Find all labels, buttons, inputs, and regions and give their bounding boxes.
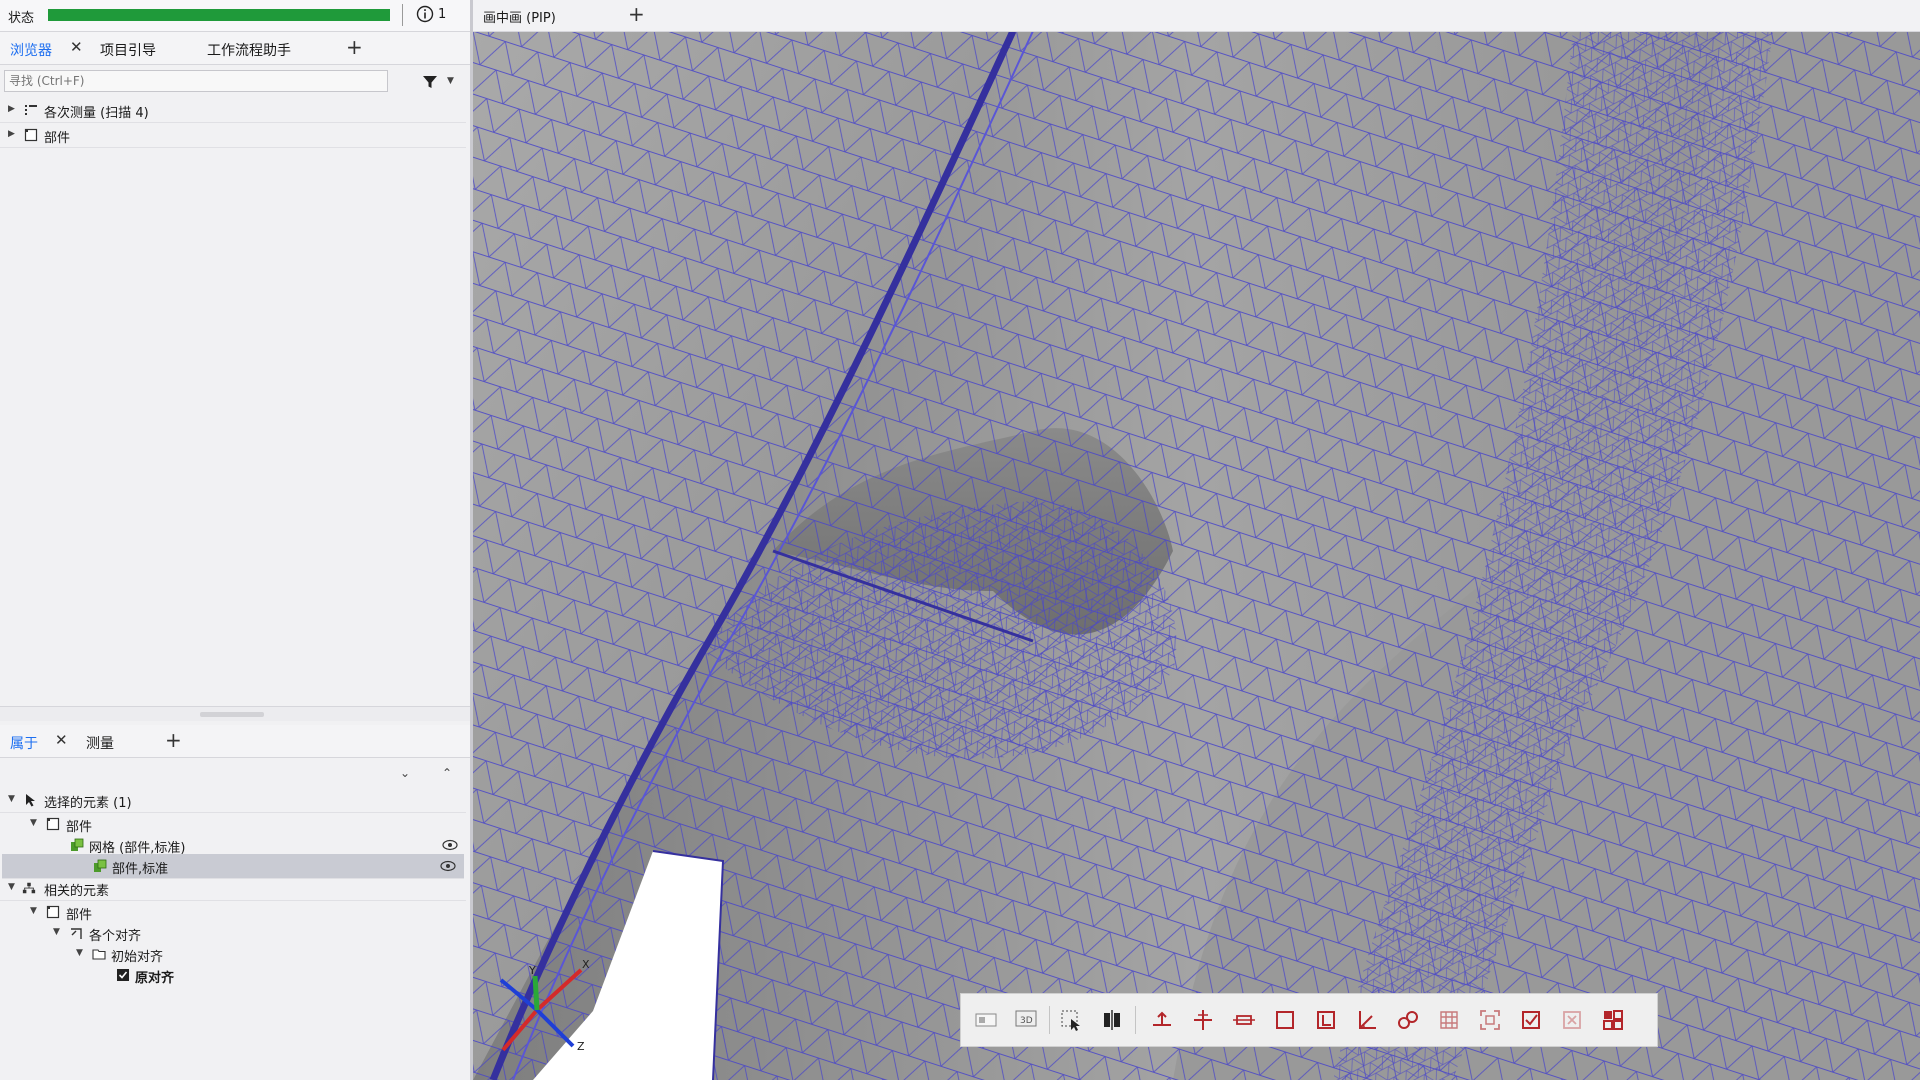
collapse-icon[interactable]: ▼ xyxy=(8,794,15,804)
alignment-checked-icon xyxy=(117,969,129,981)
tab-measurement[interactable]: 测量 xyxy=(86,733,114,753)
status-progress-bar xyxy=(48,9,390,21)
rectangle-icon[interactable] xyxy=(1272,1007,1298,1033)
tree-item-measurements[interactable]: ▶ 各次测量 (扫描 4) xyxy=(0,98,466,123)
link-icon[interactable] xyxy=(1395,1007,1421,1033)
tab-project-guide[interactable]: 项目引导 xyxy=(100,40,156,60)
3d-viewport[interactable]: 画中画 (PIP) + X Y Z 3D xyxy=(473,0,1920,1080)
hierarchy-icon xyxy=(22,882,36,894)
info-count: 1 xyxy=(438,7,447,22)
tree-item-label: 原对齐 xyxy=(135,971,175,986)
fit-icon[interactable] xyxy=(1477,1007,1503,1033)
part-icon xyxy=(46,817,60,831)
collapse-all-icon[interactable]: ⌄ xyxy=(400,766,410,780)
folder-icon xyxy=(92,949,106,960)
section-icon[interactable] xyxy=(1149,1007,1175,1033)
collapse-icon[interactable]: ▼ xyxy=(8,882,15,892)
collapse-icon[interactable]: ▼ xyxy=(30,818,37,828)
collapse-icon[interactable]: ▼ xyxy=(53,927,60,937)
tree-item-selected-elements[interactable]: ▼ 选择的元素 (1) xyxy=(0,788,466,813)
part-icon xyxy=(24,128,38,142)
x-axis-label: X xyxy=(582,958,590,971)
axis-triad: X Y Z xyxy=(499,958,590,1053)
view-3d-icon[interactable]: 3D xyxy=(1013,1007,1039,1033)
toolbar-divider xyxy=(1049,1006,1050,1034)
frame-icon[interactable] xyxy=(1313,1007,1339,1033)
svg-text:3D: 3D xyxy=(1020,1016,1033,1026)
toolbar-divider xyxy=(1135,1006,1136,1034)
visibility-eye-icon[interactable] xyxy=(440,859,456,873)
cursor-icon xyxy=(26,794,35,807)
expand-all-icon[interactable]: ⌃ xyxy=(442,766,452,780)
crosshair-icon[interactable] xyxy=(1190,1007,1216,1033)
mesh-icon xyxy=(94,859,107,872)
info-icon[interactable] xyxy=(416,5,434,23)
splitter-grip[interactable] xyxy=(200,712,264,717)
y-axis-label: Y xyxy=(528,964,536,977)
mesh-icon xyxy=(71,838,84,851)
tree-item-related-elements[interactable]: ▼ 相关的元素 xyxy=(0,876,466,901)
expand-icon[interactable]: ▶ xyxy=(8,104,15,114)
tab-pip[interactable]: 画中画 (PIP) xyxy=(483,7,556,26)
tab-browser[interactable]: 浏览器 xyxy=(10,40,52,60)
expand-icon[interactable]: ▶ xyxy=(8,129,15,139)
browser-tab-bar: 浏览器 ✕ 项目引导 工作流程助手 + xyxy=(0,32,470,65)
align-icon[interactable] xyxy=(1099,1007,1125,1033)
filter-icon[interactable] xyxy=(422,74,438,90)
tab-workflow-assistant[interactable]: 工作流程助手 xyxy=(207,40,291,60)
add-tab-button[interactable]: + xyxy=(346,35,363,59)
view-2d-icon[interactable] xyxy=(973,1007,999,1033)
close-tab-browser-icon[interactable]: ✕ xyxy=(70,38,83,56)
status-label: 状态 xyxy=(8,11,35,26)
view-toolbar: 3D xyxy=(960,993,1658,1047)
panel-splitter[interactable] xyxy=(0,706,470,721)
measurements-icon xyxy=(25,105,37,115)
left-panel: 状态 1 浏览器 ✕ 项目引导 工作流程助手 + ▼ ▶ 各次测量 (扫描 4)… xyxy=(0,0,473,1080)
add-tab-button[interactable]: + xyxy=(165,728,182,752)
layout-icon[interactable] xyxy=(1600,1007,1626,1033)
grid-icon[interactable] xyxy=(1436,1007,1462,1033)
search-input[interactable] xyxy=(4,70,388,92)
check-icon[interactable] xyxy=(1518,1007,1544,1033)
properties-tab-bar: 属于 ✕ 测量 + xyxy=(0,725,470,758)
part-icon xyxy=(46,905,60,919)
visibility-eye-icon[interactable] xyxy=(442,838,458,852)
filter-dropdown-icon[interactable]: ▼ xyxy=(447,76,454,86)
tree-item-label: 相关的元素 xyxy=(44,884,110,899)
tab-belongs-to[interactable]: 属于 xyxy=(10,733,38,753)
status-progress-fill xyxy=(48,9,390,21)
tree-item-label: 各次测量 (扫描 4) xyxy=(44,106,149,121)
tree-item-part[interactable]: ▶ 部件 xyxy=(0,123,466,148)
close-tab-belongs-to-icon[interactable]: ✕ xyxy=(55,731,68,749)
deselect-icon[interactable] xyxy=(1559,1007,1585,1033)
select-box-icon[interactable] xyxy=(1058,1007,1084,1033)
status-divider xyxy=(402,4,403,26)
collapse-icon[interactable]: ▼ xyxy=(76,948,83,958)
tree-item-label: 选择的元素 (1) xyxy=(44,796,132,811)
tree-item-original-alignment[interactable]: 原对齐 xyxy=(0,963,466,987)
status-bar: 状态 1 xyxy=(0,0,470,32)
dimension-icon[interactable] xyxy=(1231,1007,1257,1033)
angle-icon[interactable] xyxy=(1354,1007,1380,1033)
mesh-surface[interactable] xyxy=(473,31,1920,1080)
alignment-icon xyxy=(71,928,82,939)
pip-tab-bar: 画中画 (PIP) + xyxy=(473,0,1920,32)
z-axis-label: Z xyxy=(577,1040,585,1053)
tree-item-label: 部件 xyxy=(44,131,71,146)
collapse-icon[interactable]: ▼ xyxy=(30,906,37,916)
add-view-button[interactable]: + xyxy=(628,2,645,26)
tree-item-label: 部件,标准 xyxy=(112,862,169,877)
